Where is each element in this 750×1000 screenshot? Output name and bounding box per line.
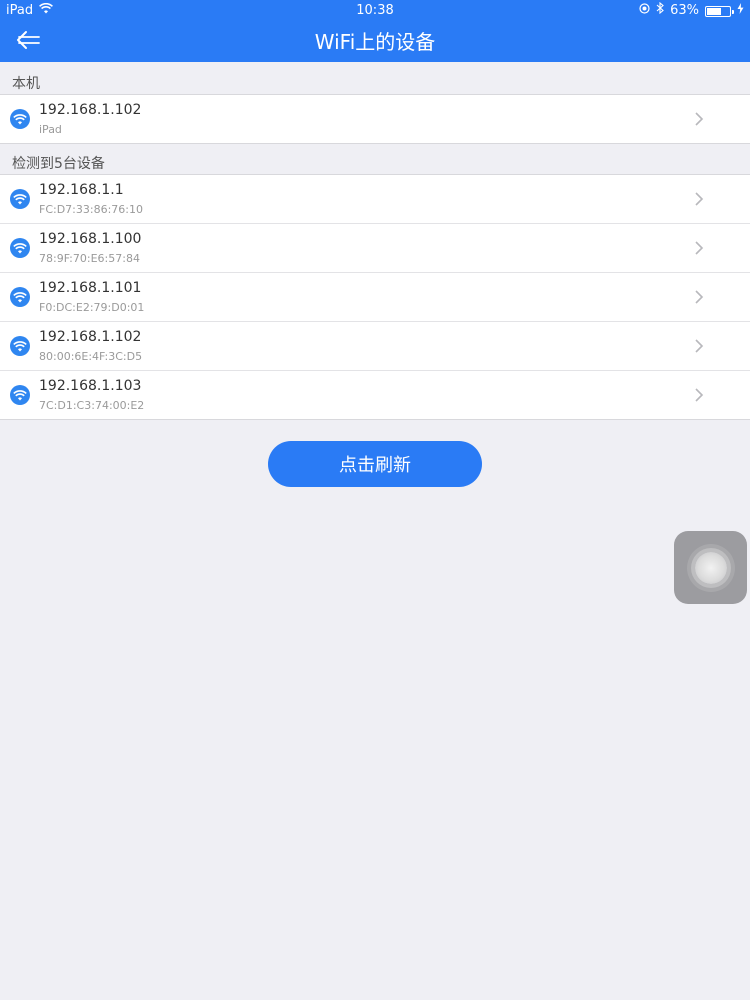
wifi-icon <box>10 109 30 129</box>
wifi-icon <box>10 336 30 356</box>
device-ip: 192.168.1.102 <box>39 102 142 118</box>
location-icon <box>639 0 650 22</box>
device-row[interactable]: 192.168.1.100 78:9F:70:E6:57:84 <box>0 224 750 273</box>
status-right: 63% <box>639 0 744 22</box>
chevron-right-icon <box>694 338 704 354</box>
nav-bar: WiFi上的设备 <box>0 22 750 62</box>
device-row[interactable]: 192.168.1.1 FC:D7:33:86:76:10 <box>0 175 750 224</box>
chevron-right-icon <box>694 289 704 305</box>
device-row[interactable]: 192.168.1.103 7C:D1:C3:74:00:E2 <box>0 371 750 419</box>
device-ip: 192.168.1.103 <box>39 378 142 394</box>
battery-fill <box>707 7 721 15</box>
device-name: iPad <box>39 123 62 136</box>
chevron-right-icon <box>694 111 704 127</box>
device-row-local[interactable]: 192.168.1.102 iPad <box>0 95 750 143</box>
device-mac: 80:00:6E:4F:3C:D5 <box>39 350 143 363</box>
page-title: WiFi上的设备 <box>314 30 436 54</box>
top-bar: iPad 10:38 63% WiFi上的设备 <box>0 0 750 62</box>
wifi-icon <box>10 238 30 258</box>
device-mac: FC:D7:33:86:76:10 <box>39 203 143 216</box>
assistive-touch-button[interactable] <box>674 531 747 604</box>
device-ip: 192.168.1.102 <box>39 329 142 345</box>
wifi-icon <box>10 189 30 209</box>
device-mac: 78:9F:70:E6:57:84 <box>39 252 140 265</box>
chevron-right-icon <box>694 240 704 256</box>
status-bar: iPad 10:38 63% <box>0 0 750 22</box>
chevron-right-icon <box>694 387 704 403</box>
battery-percent: 63% <box>670 3 699 18</box>
assistive-touch-icon <box>694 551 727 584</box>
device-ip: 192.168.1.101 <box>39 280 142 296</box>
wifi-icon <box>10 385 30 405</box>
refresh-button[interactable]: 点击刷新 <box>268 441 482 487</box>
wifi-icon <box>10 287 30 307</box>
device-row[interactable]: 192.168.1.102 80:00:6E:4F:3C:D5 <box>0 322 750 371</box>
clock: 10:38 <box>356 3 394 18</box>
bluetooth-icon <box>656 0 664 22</box>
device-row[interactable]: 192.168.1.101 F0:DC:E2:79:D0:01 <box>0 273 750 322</box>
local-device-list: 192.168.1.102 iPad <box>0 94 750 144</box>
device-mac: 7C:D1:C3:74:00:E2 <box>39 399 145 412</box>
detected-device-list: 192.168.1.1 FC:D7:33:86:76:10 192.168.1.… <box>0 174 750 420</box>
device-mac: F0:DC:E2:79:D0:01 <box>39 301 145 314</box>
device-ip: 192.168.1.100 <box>39 231 142 247</box>
battery-icon <box>705 5 734 17</box>
charging-icon <box>737 0 744 22</box>
chevron-right-icon <box>694 191 704 207</box>
device-ip: 192.168.1.1 <box>39 182 124 198</box>
